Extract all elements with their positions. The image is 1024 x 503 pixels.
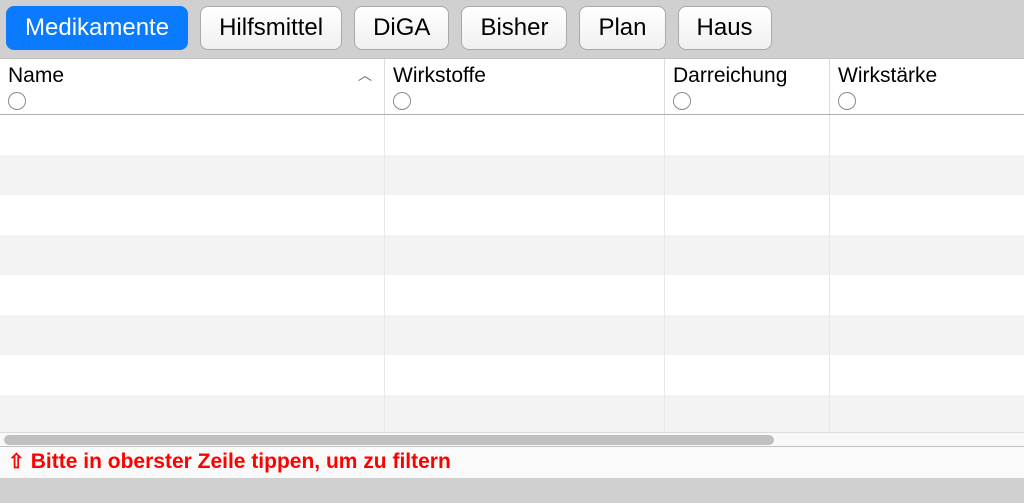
filter-radio-wirkstoffe[interactable] — [393, 92, 411, 110]
tab-diga[interactable]: DiGA — [354, 6, 449, 50]
status-bar: ⇧ Bitte in oberster Zeile tippen, um zu … — [0, 446, 1024, 478]
scrollbar-thumb[interactable] — [4, 435, 774, 445]
tab-medikamente[interactable]: Medikamente — [6, 6, 188, 50]
table-row[interactable] — [0, 395, 1024, 432]
table-row[interactable] — [0, 235, 1024, 275]
table-row[interactable] — [0, 115, 1024, 155]
table-body — [0, 115, 1024, 432]
tab-hilfsmittel[interactable]: Hilfsmittel — [200, 6, 342, 50]
column-header-darreichung[interactable]: Darreichung — [665, 59, 830, 114]
column-header-wirkstaerke[interactable]: Wirkstärke — [830, 59, 1024, 114]
tab-toolbar: Medikamente Hilfsmittel DiGA Bisher Plan… — [0, 0, 1024, 58]
table-row[interactable] — [0, 275, 1024, 315]
result-table: Name ︿ Wirkstoffe Darreichung Wirkstärke — [0, 58, 1024, 478]
filter-radio-wirkstaerke[interactable] — [838, 92, 856, 110]
filter-radio-darreichung[interactable] — [673, 92, 691, 110]
filter-radio-name[interactable] — [8, 92, 26, 110]
column-label: Name — [8, 63, 64, 88]
column-label: Darreichung — [673, 63, 787, 88]
tab-plan[interactable]: Plan — [579, 6, 665, 50]
table-header-row: Name ︿ Wirkstoffe Darreichung Wirkstärke — [0, 59, 1024, 115]
table-row[interactable] — [0, 355, 1024, 395]
sort-asc-icon: ︿ — [358, 67, 372, 84]
column-label: Wirkstärke — [838, 63, 937, 88]
horizontal-scrollbar[interactable] — [0, 432, 1024, 446]
status-text: Bitte in oberster Zeile tippen, um zu fi… — [31, 450, 451, 474]
table-row[interactable] — [0, 155, 1024, 195]
table-row[interactable] — [0, 195, 1024, 235]
tab-bisher[interactable]: Bisher — [461, 6, 567, 50]
shift-up-icon: ⇧ — [8, 449, 25, 474]
table-row[interactable] — [0, 315, 1024, 355]
column-label: Wirkstoffe — [393, 63, 486, 88]
column-header-wirkstoffe[interactable]: Wirkstoffe — [385, 59, 665, 114]
column-header-name[interactable]: Name ︿ — [0, 59, 385, 114]
tab-haus[interactable]: Haus — [678, 6, 772, 50]
